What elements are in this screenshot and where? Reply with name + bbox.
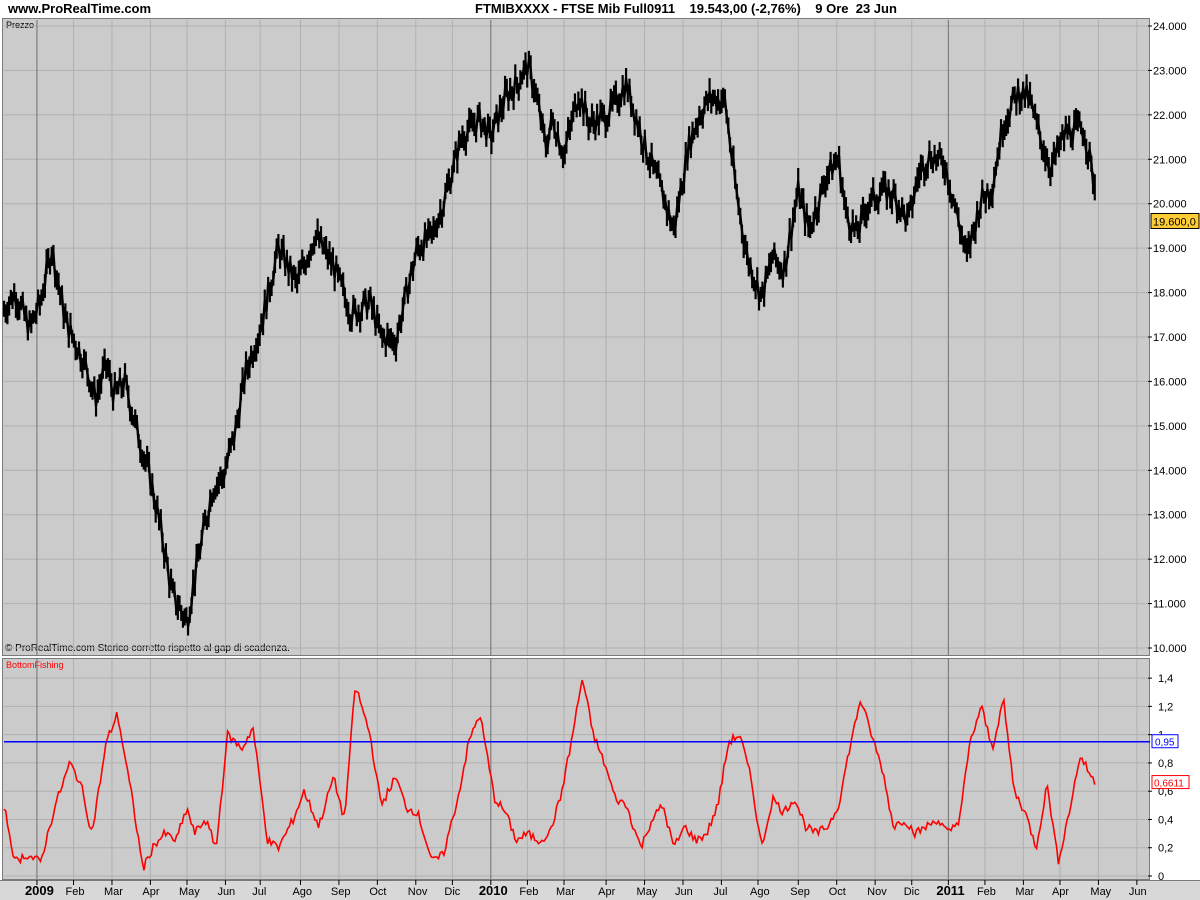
indicator-panel-label: BottomFishing [6, 660, 64, 670]
right-axis-area [1150, 18, 1200, 880]
time-axis [0, 880, 1200, 900]
indicator-panel [2, 658, 1150, 880]
chart-header: www.ProRealTime.com FTMIBXXXX - FTSE Mib… [0, 0, 1200, 18]
price-panel [2, 18, 1150, 656]
site-name[interactable]: www.ProRealTime.com [8, 1, 151, 16]
instrument-title: FTMIBXXXX - FTSE Mib Full0911 19.543,00 … [475, 1, 897, 16]
price-panel-label: Prezzo [6, 20, 35, 30]
price-footer-note: © ProRealTime.com Storico corretto rispe… [5, 643, 290, 654]
